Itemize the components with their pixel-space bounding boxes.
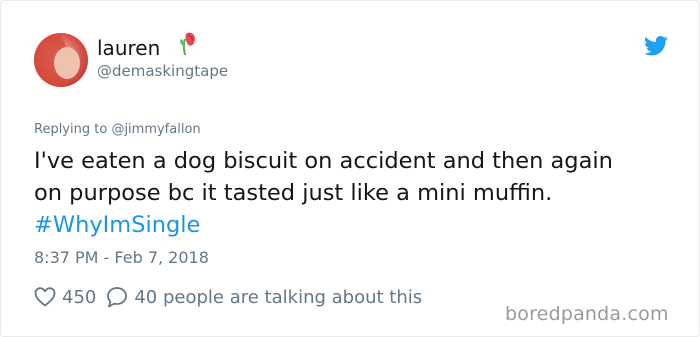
tweet-actions: 450 40 people are talking about this bbox=[34, 284, 422, 310]
twitter-bird-icon[interactable] bbox=[644, 36, 668, 60]
comment-bubble-icon[interactable] bbox=[106, 286, 128, 308]
heart-icon[interactable] bbox=[34, 287, 56, 307]
talking-about-link[interactable]: 40 people are talking about this bbox=[134, 287, 422, 308]
timestamp[interactable]: 8:37 PM - Feb 7, 2018 bbox=[34, 248, 209, 267]
like-count[interactable]: 450 bbox=[62, 287, 96, 308]
tweet-text-line-2: on purpose bc it tasted just like a mini… bbox=[34, 180, 553, 206]
hashtag-link[interactable]: #WhyImSingle bbox=[34, 209, 684, 241]
reply-target-link[interactable]: @jimmyfallon bbox=[111, 122, 200, 137]
avatar-face bbox=[54, 47, 80, 79]
replying-to-line: Replying to @jimmyfallon bbox=[34, 122, 201, 137]
tweet-text: I've eaten a dog biscuit on accident and… bbox=[34, 145, 684, 241]
rose-flower-icon bbox=[177, 31, 199, 61]
avatar[interactable] bbox=[34, 33, 88, 87]
tweet-card: lauren @demaskingtape Replying to @jimmy… bbox=[0, 0, 700, 337]
boredpanda-watermark: boredpanda.com bbox=[505, 303, 669, 325]
display-name[interactable]: lauren bbox=[97, 36, 160, 60]
tweet-text-line-1: I've eaten a dog biscuit on accident and… bbox=[34, 148, 613, 174]
user-handle[interactable]: @demaskingtape bbox=[97, 62, 228, 80]
replying-to-label: Replying to bbox=[34, 122, 108, 137]
